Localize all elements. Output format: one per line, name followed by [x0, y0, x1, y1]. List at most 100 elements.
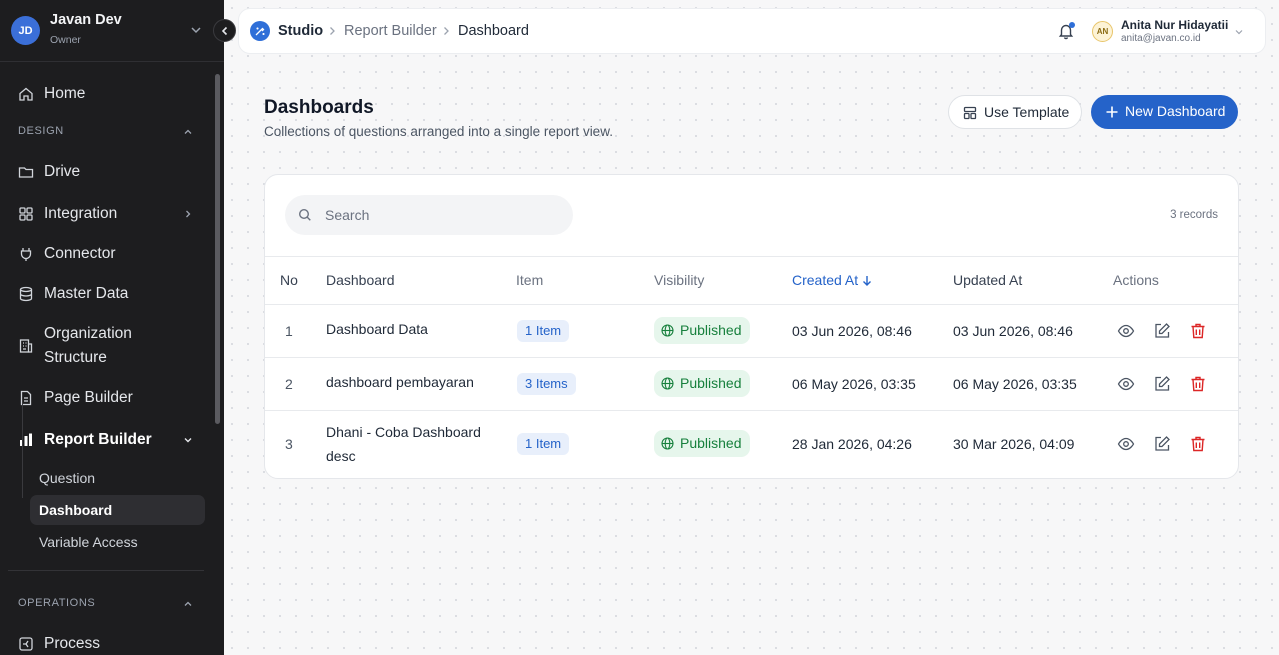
sidebar-item-label: Connector — [44, 245, 116, 262]
globe-icon — [661, 377, 674, 390]
sidebar-item-label: Home — [44, 85, 86, 102]
trash-icon[interactable] — [1189, 322, 1207, 340]
visibility-label: Published — [680, 435, 742, 451]
table-row: 2 dashboard pembayaran 3 Items Published… — [265, 358, 1238, 411]
sidebar-item-label: Page Builder — [44, 389, 133, 406]
user-email: anita@javan.co.id — [1121, 33, 1201, 44]
item-count-badge: 3 Items — [517, 373, 576, 395]
created-at: 06 May 2026, 03:35 — [792, 376, 916, 392]
chevron-right-icon — [186, 210, 191, 218]
column-no: No — [280, 272, 298, 288]
sidebar: JD Javan Dev Owner Home DESIGN Drive Int… — [0, 0, 224, 655]
item-count-badge: 1 Item — [517, 433, 570, 455]
column-dashboard[interactable]: Dashboard — [326, 272, 395, 288]
sidebar-item-drive[interactable]: Drive — [8, 160, 204, 184]
chart-bar-icon — [20, 433, 32, 446]
column-actions: Actions — [1113, 272, 1159, 288]
trash-icon[interactable] — [1189, 435, 1207, 453]
user-avatar[interactable]: AN — [1092, 21, 1113, 42]
use-template-button[interactable]: Use Template — [948, 95, 1082, 129]
sidebar-item-label: Report Builder — [44, 431, 152, 448]
sidebar-subitem-dashboard[interactable]: Dashboard — [30, 495, 205, 525]
new-dashboard-label: New Dashboard — [1125, 103, 1226, 119]
edit-icon[interactable] — [1153, 322, 1171, 340]
sidebar-item-report-builder[interactable]: Report Builder — [8, 428, 204, 452]
table-row: 3 Dhani - Coba Dashboard desc 1 Item Pub… — [265, 411, 1238, 478]
sidebar-item-organization-structure[interactable]: Organization Structure — [8, 322, 204, 370]
updated-at: 03 Jun 2026, 08:46 — [953, 323, 1073, 339]
new-dashboard-button[interactable]: New Dashboard — [1091, 95, 1238, 129]
user-name[interactable]: Anita Nur Hidayatii — [1121, 18, 1228, 32]
plug-icon — [20, 248, 32, 261]
sidebar-item-connector[interactable]: Connector — [8, 242, 204, 266]
template-icon — [963, 106, 977, 120]
globe-icon — [661, 324, 674, 337]
sidebar-item-label: Master Data — [44, 285, 129, 302]
sidebar-item-integration[interactable]: Integration — [8, 202, 204, 226]
globe-icon — [661, 437, 674, 450]
chevron-down-icon[interactable] — [1234, 27, 1244, 37]
chevron-down-icon — [191, 27, 201, 34]
records-count: 3 records — [1170, 209, 1218, 221]
sidebar-item-home[interactable]: Home — [8, 82, 204, 106]
chevron-right-icon — [330, 27, 335, 35]
chevron-right-icon — [444, 27, 449, 35]
workspace-name: Javan Dev — [50, 12, 122, 28]
sidebar-item-label: Process — [44, 635, 100, 652]
sidebar-item-process[interactable]: Process — [8, 632, 204, 655]
dashboard-name[interactable]: dashboard pembayaran — [326, 370, 474, 394]
top-bar: Studio Report Builder Dashboard AN Anita… — [238, 8, 1266, 54]
breadcrumb-studio[interactable]: Studio — [278, 22, 323, 40]
search-input[interactable] — [325, 205, 555, 225]
visibility-label: Published — [680, 375, 742, 391]
chevron-left-icon — [221, 26, 227, 35]
trash-icon[interactable] — [1189, 375, 1207, 393]
table-header: No Dashboard Item Visibility Created At … — [265, 256, 1238, 305]
edit-icon[interactable] — [1153, 375, 1171, 393]
eye-icon[interactable] — [1117, 322, 1135, 340]
sidebar-item-page-builder[interactable]: Page Builder — [8, 386, 204, 410]
sidebar-item-label: Drive — [44, 163, 81, 180]
eye-icon[interactable] — [1117, 375, 1135, 393]
chevron-up-icon[interactable] — [182, 126, 194, 138]
breadcrumb-report-builder[interactable]: Report Builder — [344, 22, 437, 40]
chevron-up-icon[interactable] — [182, 598, 194, 610]
workspace-switcher[interactable]: JD Javan Dev Owner — [0, 0, 224, 62]
workspace-avatar: JD — [11, 16, 40, 45]
dashboards-table-card: 3 records No Dashboard Item Visibility C… — [264, 174, 1239, 479]
process-icon — [19, 637, 33, 651]
sidebar-subitem-variable-access[interactable]: Variable Access — [30, 527, 205, 557]
column-created-at-label: Created At — [792, 272, 859, 288]
sidebar-subitem-question[interactable]: Question — [30, 463, 205, 493]
page-title: Dashboards — [264, 97, 374, 118]
edit-icon[interactable] — [1153, 435, 1171, 453]
sidebar-item-label: Organization — [44, 325, 132, 342]
dashboard-name[interactable]: Dashboard Data — [326, 317, 428, 341]
table-row: 1 Dashboard Data 1 Item Published 03 Jun… — [265, 305, 1238, 358]
row-number: 1 — [285, 323, 293, 339]
column-visibility: Visibility — [654, 272, 705, 288]
building-icon — [19, 339, 33, 353]
search-box[interactable] — [285, 195, 573, 235]
dashboard-name[interactable]: Dhani - Coba Dashboard — [326, 420, 481, 444]
collapse-sidebar-button[interactable] — [213, 19, 236, 42]
studio-logo-icon[interactable] — [250, 21, 270, 41]
visibility-badge: Published — [654, 317, 750, 344]
sidebar-item-label: Structure — [44, 349, 107, 366]
notification-dot — [1069, 22, 1075, 28]
chevron-down-icon — [184, 438, 192, 443]
eye-icon[interactable] — [1117, 435, 1135, 453]
sidebar-scrollbar[interactable] — [215, 74, 220, 424]
dashboard-name-continued[interactable]: desc — [326, 444, 356, 468]
home-icon — [19, 87, 33, 101]
folder-icon — [18, 167, 34, 178]
section-design: DESIGN — [18, 125, 64, 137]
breadcrumb-dashboard: Dashboard — [458, 23, 529, 39]
column-updated-at[interactable]: Updated At — [953, 272, 1022, 288]
item-count-badge: 1 Item — [517, 320, 570, 342]
database-icon — [19, 286, 33, 302]
workspace-role: Owner — [50, 34, 81, 46]
column-created-at[interactable]: Created At — [792, 272, 872, 288]
created-at: 28 Jan 2026, 04:26 — [792, 436, 912, 452]
sidebar-item-master-data[interactable]: Master Data — [8, 282, 204, 306]
